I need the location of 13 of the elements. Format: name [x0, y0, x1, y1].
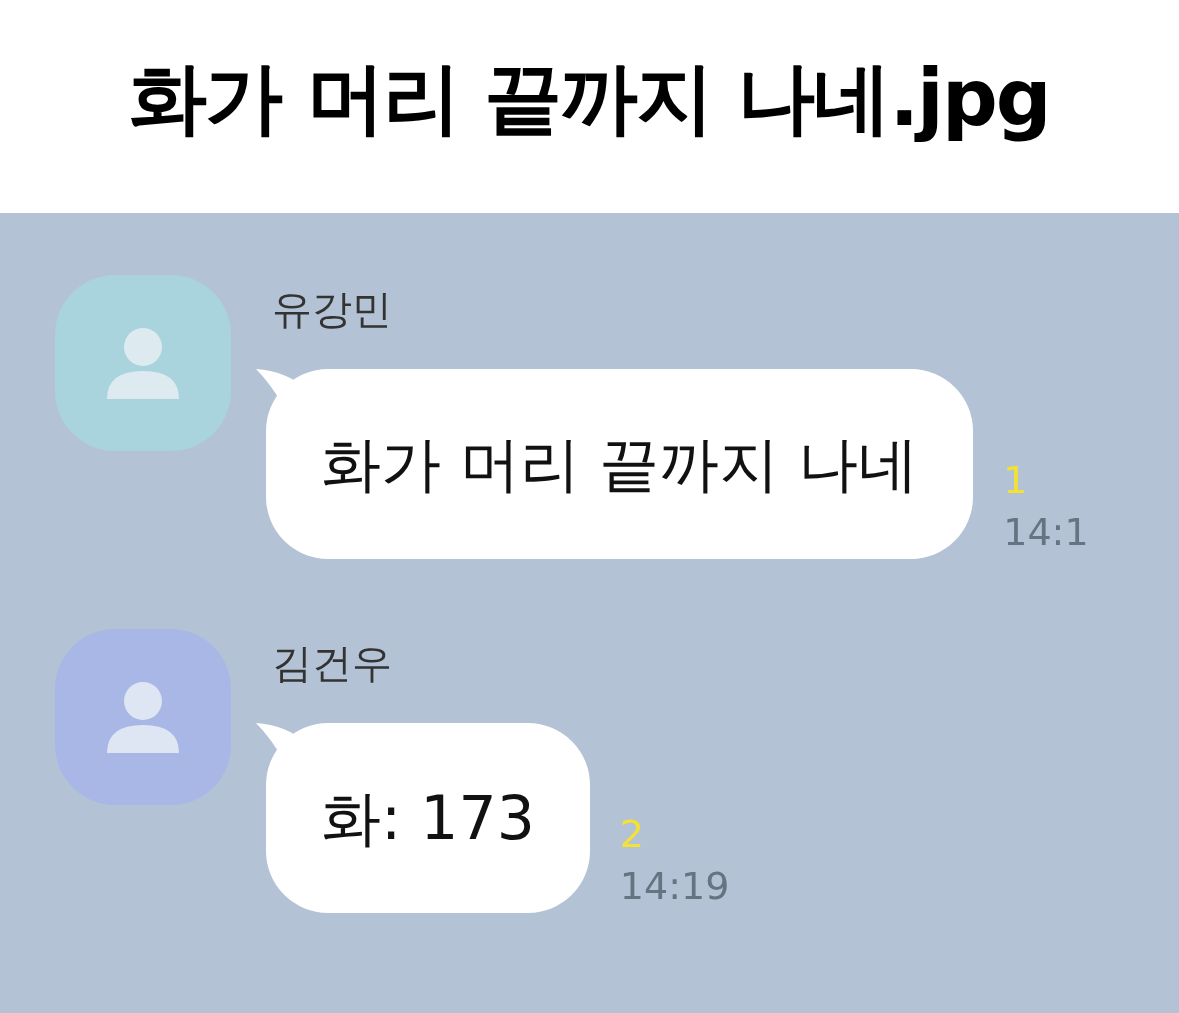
unread-count: 1 — [1003, 461, 1029, 499]
person-icon — [105, 327, 181, 399]
avatar[interactable] — [55, 629, 231, 805]
sender-name: 유강민 — [272, 289, 393, 329]
sender-name: 김건우 — [272, 643, 393, 683]
person-icon — [105, 681, 181, 753]
message-bubble: 화: 173 — [266, 723, 590, 913]
avatar[interactable] — [55, 275, 231, 451]
message-bubble: 화가 머리 끝까지 나네 — [266, 369, 974, 559]
message-time: 14:1 — [1003, 513, 1089, 551]
message-time: 14:19 — [619, 867, 730, 905]
unread-count: 2 — [619, 815, 645, 853]
meme-title: 화가 머리 끝까지 나네.jpg — [129, 52, 1050, 145]
